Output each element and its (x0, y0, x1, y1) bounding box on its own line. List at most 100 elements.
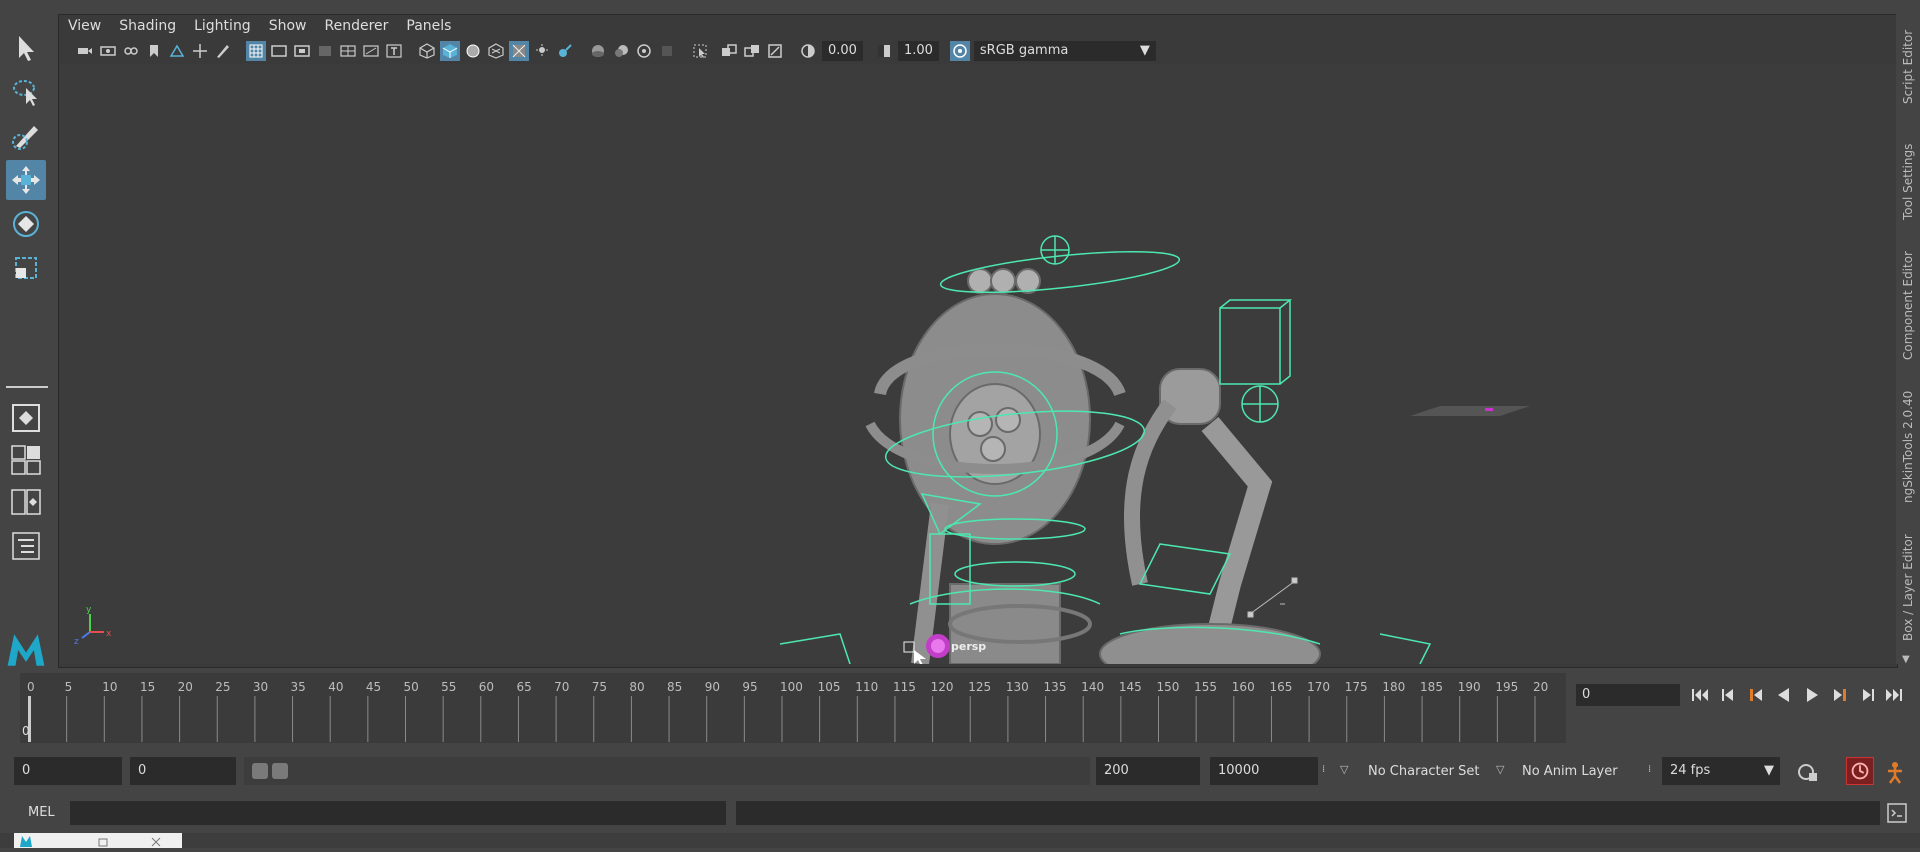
view-transform-dropdown[interactable]: sRGB gamma ▼ (973, 41, 1156, 61)
multi-view-icon[interactable] (742, 41, 762, 61)
timeline-tick-label: 35 (291, 680, 306, 694)
grid-icon[interactable] (246, 41, 266, 61)
timeline-tick-label: 110 (855, 680, 878, 694)
toggle-hud-icon[interactable] (765, 41, 785, 61)
resolution-gate-icon[interactable] (292, 41, 312, 61)
taskbar-window[interactable] (14, 833, 182, 848)
menu-lighting[interactable]: Lighting (194, 18, 251, 34)
bookmark-icon[interactable] (144, 41, 164, 61)
safe-action-icon[interactable] (361, 41, 381, 61)
anim-layer-dropdown-icon[interactable]: ▽ (1496, 763, 1504, 776)
single-perspective-layout-icon[interactable] (8, 400, 44, 436)
high-quality-icon[interactable] (719, 41, 739, 61)
range-slider-handle-left[interactable] (252, 763, 268, 779)
color-management-icon[interactable] (949, 41, 970, 61)
camera-lock-icon[interactable] (121, 41, 141, 61)
exposure-icon[interactable] (798, 41, 818, 61)
fps-dropdown[interactable]: 24 fps ▼ (1662, 757, 1780, 785)
menu-renderer[interactable]: Renderer (324, 18, 388, 34)
scale-tool-icon[interactable] (6, 248, 46, 288)
two-view-layout-icon[interactable] (8, 484, 44, 520)
current-frame-marker: 0 (22, 724, 30, 738)
select-tool-icon[interactable] (6, 28, 46, 68)
step-back-key-icon[interactable] (1744, 684, 1768, 706)
four-view-layout-icon[interactable] (8, 442, 44, 478)
go-to-start-icon[interactable] (1688, 684, 1712, 706)
smooth-shade-icon[interactable] (440, 41, 460, 61)
outliner-layout-icon[interactable] (8, 528, 44, 564)
menu-shading[interactable]: Shading (119, 18, 176, 34)
command-input[interactable] (70, 801, 726, 825)
command-language-label[interactable]: MEL (28, 805, 55, 820)
select-camera-icon[interactable] (75, 41, 95, 61)
timeline-tick-label: 115 (893, 680, 916, 694)
maya-logo-icon (4, 628, 48, 672)
step-back-frame-icon[interactable] (1716, 684, 1740, 706)
tab-tool-settings[interactable]: Tool Settings (1896, 132, 1920, 232)
range-slider[interactable] (244, 757, 1090, 785)
timeline-tick-label: 125 (968, 680, 991, 694)
character-set-dropdown-icon[interactable]: ▽ (1340, 763, 1348, 776)
timeline-tick-label: 105 (818, 680, 841, 694)
gamma-icon[interactable] (874, 41, 894, 61)
gamma-field[interactable]: 1.00 (897, 41, 939, 61)
animation-end-field[interactable]: 10000 (1210, 757, 1318, 785)
rig-controls (779, 235, 1432, 664)
go-to-end-icon[interactable] (1882, 684, 1906, 706)
menu-show[interactable]: Show (269, 18, 307, 34)
timeline-tick-label: 5 (65, 680, 73, 694)
move-tool-icon[interactable] (6, 160, 46, 200)
step-forward-frame-icon[interactable] (1856, 684, 1880, 706)
tab-script-editor[interactable]: Script Editor (1896, 22, 1920, 112)
2d-pan-zoom-icon[interactable] (190, 41, 210, 61)
command-result (736, 801, 1880, 825)
ambient-occlusion-icon[interactable] (588, 41, 608, 61)
paint-select-tool-icon[interactable] (6, 116, 46, 156)
timeline-tick-label: 140 (1081, 680, 1104, 694)
playback-start-field[interactable]: 0 (130, 757, 236, 785)
wireframe-shading-icon[interactable] (417, 41, 437, 61)
dock-arrow-icon[interactable]: ▼ (1902, 654, 1910, 665)
camera-attributes-icon[interactable] (98, 41, 118, 61)
use-all-lights-icon[interactable] (509, 41, 529, 61)
playback-end-field[interactable]: 200 (1096, 757, 1200, 785)
rotate-tool-icon[interactable] (6, 204, 46, 244)
step-forward-key-icon[interactable] (1828, 684, 1852, 706)
exposure-field[interactable]: 0.00 (822, 41, 863, 61)
timeline-tick-label: 85 (667, 680, 682, 694)
tab-box-layer-editor[interactable]: Box / Layer Editor (1896, 522, 1920, 654)
script-editor-button-icon[interactable] (1886, 801, 1908, 825)
range-slider-handle-right[interactable] (272, 763, 288, 779)
shadows-icon[interactable] (532, 41, 552, 61)
play-backwards-icon[interactable] (1772, 684, 1796, 706)
image-plane-icon[interactable] (167, 41, 187, 61)
safe-title-icon[interactable] (384, 41, 404, 61)
grease-pencil-icon[interactable] (213, 41, 233, 61)
tab-ngskintools[interactable]: ngSkinTools 2.0.40 (1896, 384, 1920, 510)
perspective-viewport[interactable]: y x z persp (60, 64, 1896, 664)
current-frame-field[interactable]: 0 (1576, 684, 1680, 706)
animation-start-field[interactable]: 0 (14, 757, 122, 785)
auto-key-icon[interactable] (1846, 757, 1874, 785)
play-forwards-icon[interactable] (1800, 684, 1824, 706)
menu-view[interactable]: View (68, 18, 101, 34)
loop-playback-icon[interactable] (1796, 761, 1818, 783)
isolate-select-icon[interactable] (690, 41, 710, 61)
wireframe-on-shaded-icon[interactable] (463, 41, 483, 61)
range-separator: ⁞ (1322, 764, 1326, 775)
motion-blur-icon[interactable] (611, 41, 631, 61)
lasso-tool-icon[interactable] (6, 72, 46, 112)
depth-of-field-icon[interactable] (657, 41, 677, 61)
gate-mask-icon[interactable] (315, 41, 335, 61)
film-gate-icon[interactable] (269, 41, 289, 61)
menu-panels[interactable]: Panels (406, 18, 451, 34)
anti-aliasing-icon[interactable] (634, 41, 654, 61)
timeline-tick-label: 25 (215, 680, 230, 694)
tab-component-editor[interactable]: Component Editor (1896, 238, 1920, 374)
field-chart-icon[interactable] (338, 41, 358, 61)
xray-icon[interactable] (555, 41, 575, 61)
textured-icon[interactable] (486, 41, 506, 61)
animation-preferences-icon[interactable] (1882, 759, 1908, 785)
anim-layer-label[interactable]: No Anim Layer (1522, 764, 1618, 779)
character-set-label[interactable]: No Character Set (1368, 764, 1479, 779)
